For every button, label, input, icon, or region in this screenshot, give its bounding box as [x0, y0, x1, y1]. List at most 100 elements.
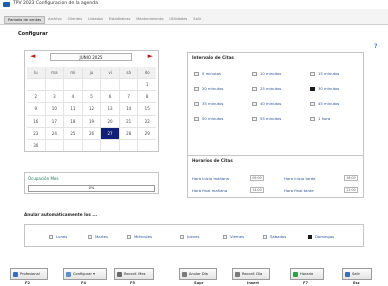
interval-option[interactable]: 35 minutos [194, 101, 223, 106]
interval-option[interactable]: 1 hora [310, 116, 330, 121]
footer-button[interactable]: Reconf. Mes [114, 268, 154, 280]
menu-item-1[interactable]: Archivo [45, 16, 64, 24]
interval-option[interactable]: 50 minutos [194, 116, 223, 121]
calendar-day[interactable]: 16 [27, 115, 45, 127]
calendar-day[interactable]: 26 [82, 127, 101, 139]
checkbox-icon[interactable] [49, 234, 53, 239]
checkbox-icon[interactable] [263, 234, 267, 239]
calendar-day[interactable]: 13 [101, 103, 119, 115]
radio-icon[interactable] [194, 71, 199, 76]
interval-option-label: 20 minutos [202, 86, 224, 91]
calendar-day[interactable]: 15 [138, 103, 156, 115]
shortcut-key-label: F7 [303, 281, 308, 285]
calendar-day[interactable]: 3 [45, 91, 64, 103]
morning-start-label: Hora inicio mañana [192, 176, 229, 181]
menu-item-6[interactable]: Utilidades [166, 16, 190, 24]
radio-icon[interactable] [194, 116, 199, 121]
checkbox-icon[interactable] [127, 234, 131, 239]
auto-cancel-day[interactable]: Domingos [308, 234, 334, 239]
calendar-day[interactable]: 10 [45, 103, 64, 115]
checkbox-checked-icon[interactable] [308, 234, 312, 239]
calendar-day[interactable]: 18 [64, 115, 82, 127]
shortcut-key-label: F4 [81, 281, 86, 285]
calendar-day[interactable]: 12 [82, 103, 101, 115]
menu-item-4[interactable]: Estadisticas [106, 16, 133, 24]
menu-item-3[interactable]: Listados [85, 16, 106, 24]
menu-item-2[interactable]: Clientes [65, 16, 86, 24]
calendar-day[interactable]: 29 [138, 127, 156, 139]
weekday-header: vi [101, 67, 119, 79]
footer-button[interactable]: Salir [342, 268, 372, 280]
calendar-day[interactable]: 19 [82, 115, 101, 127]
interval-option[interactable]: 5 minutos [194, 71, 221, 76]
calendar-day[interactable]: 8 [138, 91, 156, 103]
calendar-day[interactable]: 28 [119, 127, 138, 139]
interval-option[interactable]: 30 minutos [310, 86, 339, 91]
radio-icon[interactable] [194, 86, 199, 91]
menu-item-5[interactable]: Mantenimiento [133, 16, 166, 24]
radio-icon[interactable] [310, 116, 315, 121]
radio-icon[interactable] [252, 116, 257, 121]
morning-end-field[interactable]: 14:00 [250, 187, 264, 193]
radio-icon[interactable] [310, 101, 315, 106]
calendar-day[interactable]: 11 [64, 103, 82, 115]
checkbox-icon[interactable] [180, 234, 184, 239]
auto-cancel-day[interactable]: Miércoles [127, 234, 152, 239]
auto-cancel-day-label: Domingos [315, 234, 335, 239]
calendar-day[interactable]: 24 [45, 127, 64, 139]
calendar-day[interactable]: 17 [45, 115, 64, 127]
schedule-title: Horarios de Citas [192, 158, 233, 163]
footer-button[interactable]: Anular Día [179, 268, 217, 280]
calendar-day[interactable]: 14 [119, 103, 138, 115]
radio-icon[interactable] [310, 71, 315, 76]
interval-option[interactable]: 10 minutos [252, 71, 281, 76]
help-icon[interactable]: ? [374, 43, 377, 50]
footer-button[interactable]: Profesional [10, 268, 48, 280]
calendar-day[interactable]: 6 [101, 91, 119, 103]
calendar-day-selected[interactable]: 27 [101, 127, 119, 139]
radio-icon[interactable] [252, 71, 257, 76]
interval-option[interactable]: 15 minutos [310, 71, 339, 76]
calendar-day[interactable]: 25 [64, 127, 82, 139]
interval-option[interactable]: 40 minutos [252, 101, 281, 106]
calendar-day[interactable]: 2 [27, 91, 45, 103]
auto-cancel-day[interactable]: Jueves [180, 234, 199, 239]
radio-icon[interactable] [194, 101, 199, 106]
calendar-day[interactable]: 30 [27, 139, 45, 151]
calendar-day[interactable]: 1 [138, 79, 156, 91]
morning-start-field[interactable]: 09:00 [250, 175, 264, 181]
calendar-day[interactable]: 5 [82, 91, 101, 103]
prev-month-button[interactable]: ◄ [30, 53, 35, 60]
footer-toolbar: Profesional F2 Configurar ▾ F4 Reconf. Mes F5… [0, 264, 388, 286]
radio-checked-icon[interactable] [310, 86, 315, 91]
calendar-day[interactable]: 7 [119, 91, 138, 103]
auto-cancel-day[interactable]: Martes [88, 234, 108, 239]
interval-option[interactable]: 45 minutos [310, 101, 339, 106]
menu-item-0[interactable]: Pantalla de ventas [4, 16, 46, 24]
footer-button[interactable]: Configurar ▾ [63, 268, 107, 280]
interval-option[interactable]: 20 minutos [194, 86, 223, 91]
checkbox-icon[interactable] [88, 234, 92, 239]
afternoon-start-field[interactable]: 16:00 [344, 175, 358, 181]
calendar-day[interactable]: 9 [27, 103, 45, 115]
auto-cancel-day-label: Lunes [56, 234, 68, 239]
calendar-day[interactable]: 22 [138, 115, 156, 127]
afternoon-end-field[interactable]: 21:00 [344, 187, 358, 193]
radio-icon[interactable] [252, 86, 257, 91]
menu-item-7[interactable]: Salir [190, 16, 204, 24]
footer-button-label: Reconf. Día [242, 272, 263, 276]
interval-option[interactable]: 55 minutos [252, 116, 281, 121]
calendar-day[interactable]: 4 [64, 91, 82, 103]
calendar-day[interactable]: 21 [119, 115, 138, 127]
radio-icon[interactable] [252, 101, 257, 106]
footer-button[interactable]: Horario [290, 268, 324, 280]
checkbox-icon[interactable] [223, 234, 227, 239]
next-month-button[interactable]: ► [148, 53, 153, 60]
auto-cancel-day[interactable]: Lunes [49, 234, 67, 239]
auto-cancel-day[interactable]: Viernes [223, 234, 244, 239]
calendar-day[interactable]: 23 [27, 127, 45, 139]
footer-button[interactable]: Reconf. Día [232, 268, 270, 280]
calendar-day[interactable]: 20 [101, 115, 119, 127]
auto-cancel-day[interactable]: Sábados [263, 234, 286, 239]
interval-option[interactable]: 25 minutos [252, 86, 281, 91]
